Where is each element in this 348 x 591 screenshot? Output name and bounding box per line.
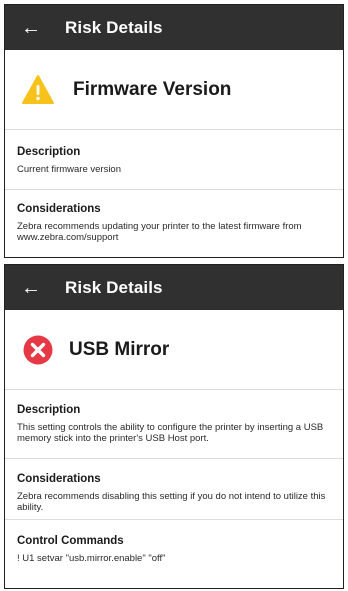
- control-command-text: ! U1 setvar "usb.mirror.enable" "off": [17, 553, 166, 564]
- considerations-line-2: ability.: [17, 502, 44, 513]
- description-heading: Description: [17, 404, 81, 416]
- considerations-section: Considerations Zebra recommends updating…: [5, 190, 343, 257]
- control-commands-heading: Control Commands: [17, 535, 124, 547]
- risk-header: USB Mirror: [5, 310, 343, 390]
- description-line-1: This setting controls the ability to con…: [17, 422, 324, 433]
- description-text: This setting controls the ability to con…: [17, 422, 331, 444]
- considerations-line-1: Zebra recommends disabling this setting …: [17, 491, 326, 502]
- considerations-heading: Considerations: [17, 203, 101, 215]
- app-bar-title: Risk Details: [65, 17, 163, 37]
- error-circle-x-icon: [23, 335, 53, 364]
- risk-details-screen-firmware: ← Risk Details Firmware Version Descript…: [4, 4, 344, 258]
- description-section: Description Current firmware version: [5, 130, 343, 190]
- description-heading: Description: [17, 146, 81, 158]
- considerations-line-2: www.zebra.com/support: [17, 232, 119, 243]
- app-bar-title: Risk Details: [65, 277, 163, 297]
- considerations-line-1: Zebra recommends updating your printer t…: [17, 221, 302, 232]
- considerations-text: Zebra recommends updating your printer t…: [17, 221, 331, 243]
- risk-title: Firmware Version: [73, 78, 232, 100]
- risk-header: Firmware Version: [5, 50, 343, 130]
- description-text: Current firmware version: [17, 164, 121, 175]
- description-line-2: memory stick into the printer's USB Host…: [17, 433, 209, 444]
- back-arrow-icon[interactable]: ←: [19, 16, 43, 40]
- description-section: Description This setting controls the ab…: [5, 390, 343, 459]
- app-bar: ← Risk Details: [5, 265, 343, 310]
- risk-details-screen-usb-mirror: ← Risk Details USB Mirror Description Th…: [4, 264, 344, 589]
- app-bar: ← Risk Details: [5, 5, 343, 50]
- risk-title: USB Mirror: [69, 338, 170, 360]
- back-arrow-icon[interactable]: ←: [19, 276, 43, 300]
- considerations-text: Zebra recommends disabling this setting …: [17, 491, 331, 513]
- warning-triangle-icon: [22, 74, 54, 104]
- control-commands-section: Control Commands ! U1 setvar "usb.mirror…: [5, 520, 343, 588]
- considerations-heading: Considerations: [17, 473, 101, 485]
- considerations-section: Considerations Zebra recommends disablin…: [5, 459, 343, 520]
